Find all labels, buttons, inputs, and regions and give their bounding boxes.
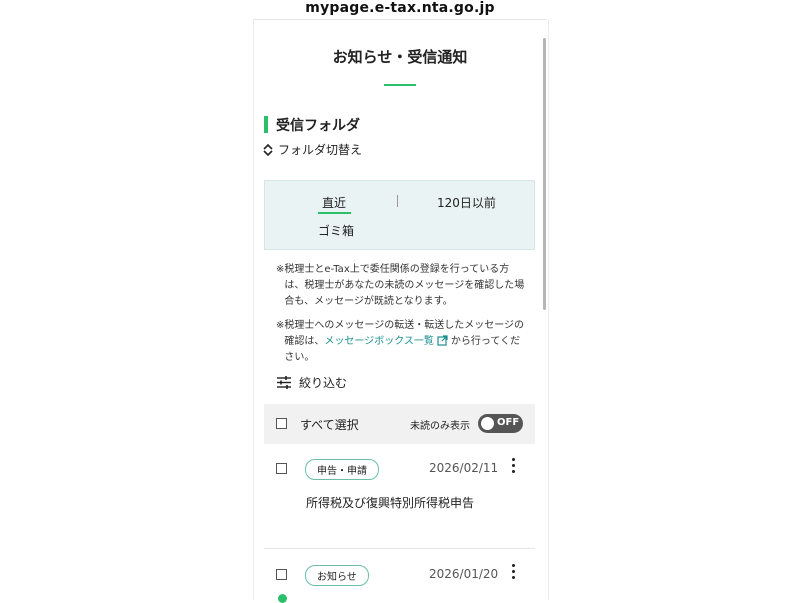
select-all-label[interactable]: すべて選択 [300, 416, 359, 433]
unread-indicator-dot [278, 594, 287, 603]
message-date: 2026/01/20 [429, 567, 499, 581]
filter-button[interactable]: 絞り込む [277, 374, 347, 391]
note-mark: ※ [276, 320, 285, 331]
note-forwarding-text: 税理士へのメッセージの転送・転送したメッセージの確認は、メッセージボックス一覧 … [284, 318, 528, 366]
message-box-list-link[interactable]: メッセージボックス一覧 [324, 336, 434, 347]
message-checkbox[interactable] [276, 569, 287, 580]
folder-switch-button[interactable]: フォルダ切替え [262, 141, 362, 158]
filter-label: 絞り込む [299, 376, 348, 390]
message-subject[interactable]: 所得税及び復興特別所得税申告 [306, 494, 474, 511]
note-delegation-text: 税理士とe-Tax上で委任関係の登録を行っている方は、税理士があなたの未読のメッ… [284, 264, 525, 307]
page-title: お知らせ・受信通知 [332, 48, 468, 66]
scrollbar[interactable] [543, 38, 546, 310]
unread-only-label: 未読のみ表示 [410, 421, 470, 432]
toggle-knob [481, 417, 494, 430]
select-all-checkbox[interactable] [276, 418, 287, 429]
category-badge: 申告・申請 [305, 459, 379, 480]
list-header-bar: すべて選択 未読のみ表示 OFF [264, 404, 535, 444]
list-item[interactable]: お知らせ 2026/01/20 [264, 550, 535, 603]
period-tabs: 直近 120日以前 ゴミ箱 [264, 180, 535, 250]
message-date: 2026/02/11 [429, 461, 499, 475]
filter-sliders-icon [277, 376, 291, 389]
external-link-icon[interactable] [437, 335, 448, 346]
folder-heading: 受信フォルダ [276, 118, 360, 134]
folder-switch-label: フォルダ切替え [278, 143, 363, 157]
category-badge: お知らせ [305, 565, 369, 586]
tab-recent[interactable]: 直近 [322, 194, 346, 211]
tab-divider [397, 195, 398, 207]
note-forwarding: ※ 税理士へのメッセージの転送・転送したメッセージの確認は、メッセージボックス一… [276, 318, 528, 366]
list-item[interactable]: 申告・申請 2026/02/11 所得税及び復興特別所得税申告 [264, 444, 535, 549]
more-options-icon[interactable] [508, 564, 518, 584]
tab-older-than-120-days[interactable]: 120日以前 [437, 194, 496, 211]
note-delegation: ※ 税理士とe-Tax上で委任関係の登録を行っている方は、税理士があなたの未読の… [276, 262, 528, 310]
sort-chevrons-icon [263, 143, 273, 156]
tab-trash[interactable]: ゴミ箱 [318, 222, 354, 239]
notice-notes: ※ 税理士とe-Tax上で委任関係の登録を行っている方は、税理士があなたの未読の… [276, 262, 528, 374]
toggle-state-label: OFF [497, 417, 520, 428]
message-checkbox[interactable] [276, 463, 287, 474]
title-underline [384, 84, 416, 86]
active-tab-indicator [318, 212, 351, 214]
note-mark: ※ [276, 264, 285, 275]
browser-url-bar[interactable]: mypage.e-tax.nta.go.jp [0, 0, 800, 20]
unread-only-toggle[interactable]: OFF [478, 414, 523, 433]
more-options-icon[interactable] [508, 458, 518, 478]
folder-heading-accent [264, 116, 268, 133]
